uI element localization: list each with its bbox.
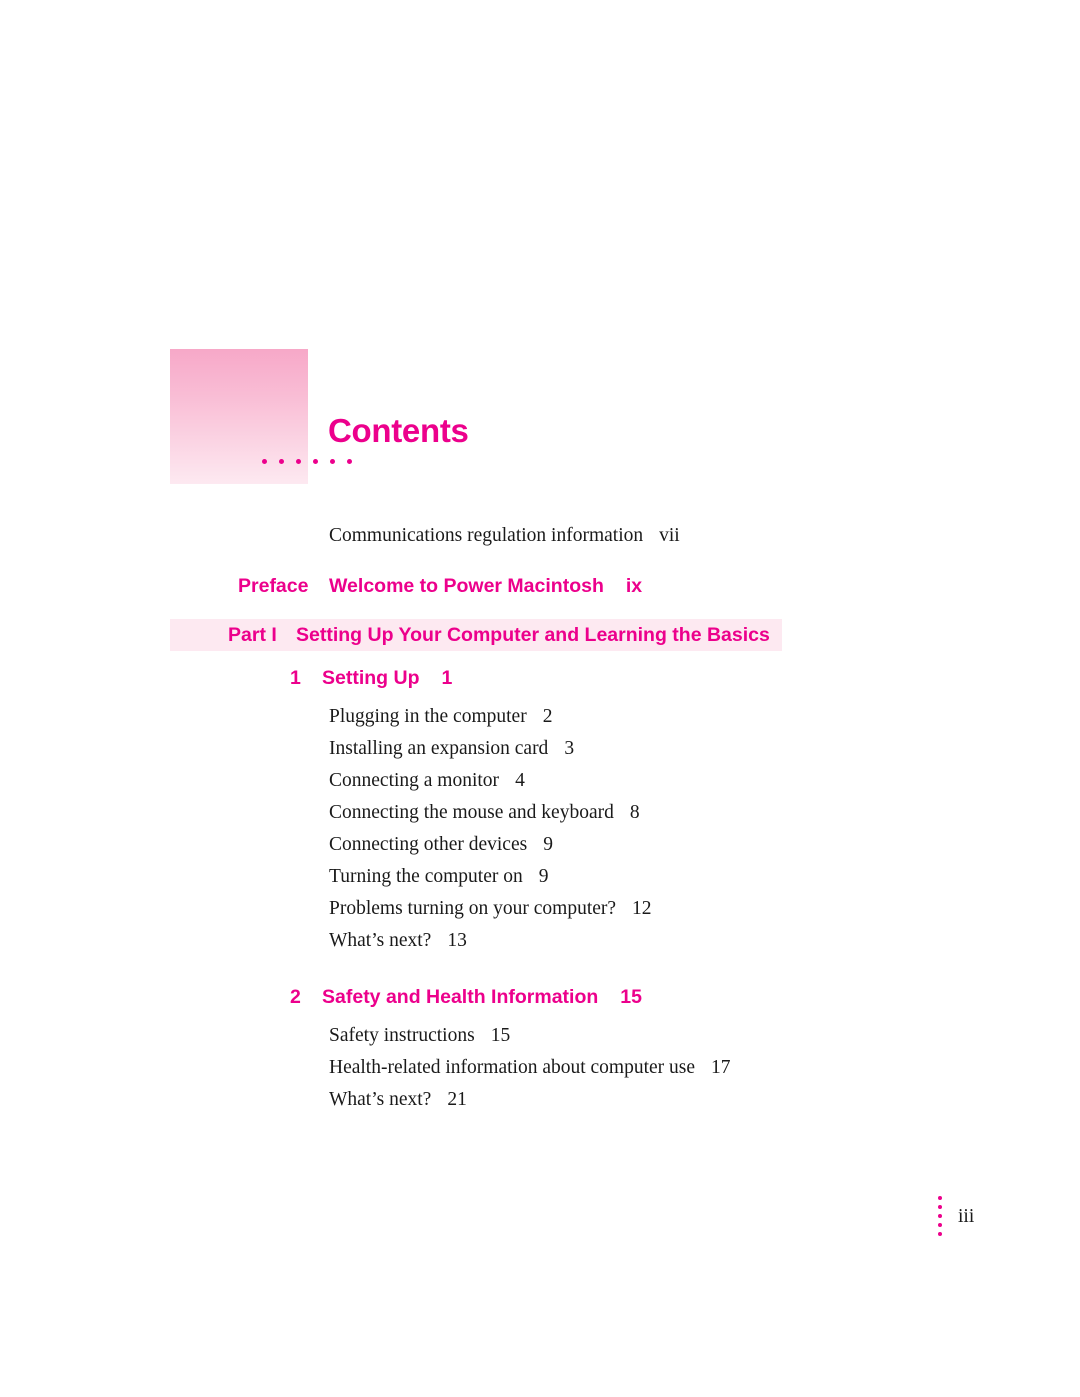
toc-chapter-page: 15 xyxy=(620,986,642,1008)
toc-entry-label: Safety instructions xyxy=(329,1025,475,1046)
toc-chapter-title: Setting Up xyxy=(322,667,420,689)
toc-entry[interactable]: Turning the computer on 9 xyxy=(329,861,930,893)
toc-chapter-2-entries: Safety instructions 15 Health-related inf… xyxy=(170,1020,930,1116)
toc-preface-row[interactable]: Preface Welcome to Power Macintosh ix xyxy=(238,570,930,602)
toc-entry-label: Connecting a monitor xyxy=(329,770,500,791)
toc-entry-label: Connecting the mouse and keyboard xyxy=(329,802,614,823)
toc-entry[interactable]: Installing an expansion card 3 xyxy=(329,733,930,765)
toc-entry-page: 21 xyxy=(447,1089,467,1110)
table-of-contents: Communications regulation information vii… xyxy=(170,520,930,1116)
toc-entry[interactable]: Health-related information about compute… xyxy=(329,1052,930,1084)
toc-entry-label: Connecting other devices xyxy=(329,834,528,855)
toc-entry-page: 8 xyxy=(629,802,640,823)
folio-number: iii xyxy=(958,1206,975,1227)
toc-entry[interactable]: What’s next? 21 xyxy=(329,1084,930,1116)
toc-entry[interactable]: Problems turning on your computer? 12 xyxy=(329,893,930,925)
toc-entry[interactable]: Connecting other devices 9 xyxy=(329,829,930,861)
toc-entry-label: Health-related information about compute… xyxy=(329,1057,696,1078)
page-title: Contents xyxy=(328,412,469,449)
toc-entry-page: 9 xyxy=(538,866,549,887)
toc-entry[interactable]: Connecting a monitor 4 xyxy=(329,765,930,797)
toc-chapter-page: 1 xyxy=(441,667,453,689)
toc-entry-label: Communications regulation information xyxy=(329,525,644,546)
toc-entry-page: 2 xyxy=(542,706,553,727)
toc-entry-page: 15 xyxy=(490,1025,511,1046)
toc-entry[interactable]: Connecting the mouse and keyboard 8 xyxy=(329,797,930,829)
toc-entry[interactable]: What’s next? 13 xyxy=(329,925,930,957)
toc-entry[interactable]: Plugging in the computer 2 xyxy=(329,701,930,733)
toc-entry-page: 4 xyxy=(515,770,525,791)
folio-dots-decoration xyxy=(938,1196,944,1238)
toc-entry-label: Turning the computer on xyxy=(329,866,523,887)
toc-entry-page: 9 xyxy=(543,834,553,855)
toc-entry[interactable]: Safety instructions 15 xyxy=(329,1020,930,1052)
toc-entry-page: 17 xyxy=(711,1057,731,1078)
toc-entry-label: Plugging in the computer xyxy=(329,706,527,727)
toc-preface-title: Welcome to Power Macintosh xyxy=(329,575,604,597)
toc-entry-page: 13 xyxy=(447,930,467,951)
toc-chapter-number: 2 xyxy=(290,986,301,1008)
toc-entry[interactable]: Communications regulation information vii xyxy=(329,520,930,552)
toc-entry-page: 12 xyxy=(632,898,652,919)
toc-chapter-number: 1 xyxy=(290,667,301,689)
toc-preface-label: Preface xyxy=(238,575,309,597)
dot-rule-decoration xyxy=(262,459,358,469)
toc-chapter-row[interactable]: 2 Safety and Health Information 15 xyxy=(290,981,930,1013)
toc-part-label: Part I xyxy=(228,624,277,646)
toc-chapter-title: Safety and Health Information xyxy=(322,986,599,1008)
toc-entry-label: Problems turning on your computer? xyxy=(329,898,617,919)
toc-entry-page: 3 xyxy=(564,738,575,759)
toc-chapter-1-entries: Plugging in the computer 2 Installing an … xyxy=(170,701,930,957)
page-folio: iii xyxy=(938,1196,974,1238)
toc-preface-page: ix xyxy=(625,575,643,597)
toc-entry-page: vii xyxy=(659,525,680,546)
toc-entry-label: What’s next? xyxy=(329,930,432,951)
toc-part-row[interactable]: Part I Setting Up Your Computer and Lear… xyxy=(170,619,782,651)
toc-chapter-row[interactable]: 1 Setting Up 1 xyxy=(290,662,930,694)
toc-entry-label: Installing an expansion card xyxy=(329,738,549,759)
toc-entry-label: What’s next? xyxy=(329,1089,432,1110)
toc-part-title: Setting Up Your Computer and Learning th… xyxy=(296,624,770,646)
